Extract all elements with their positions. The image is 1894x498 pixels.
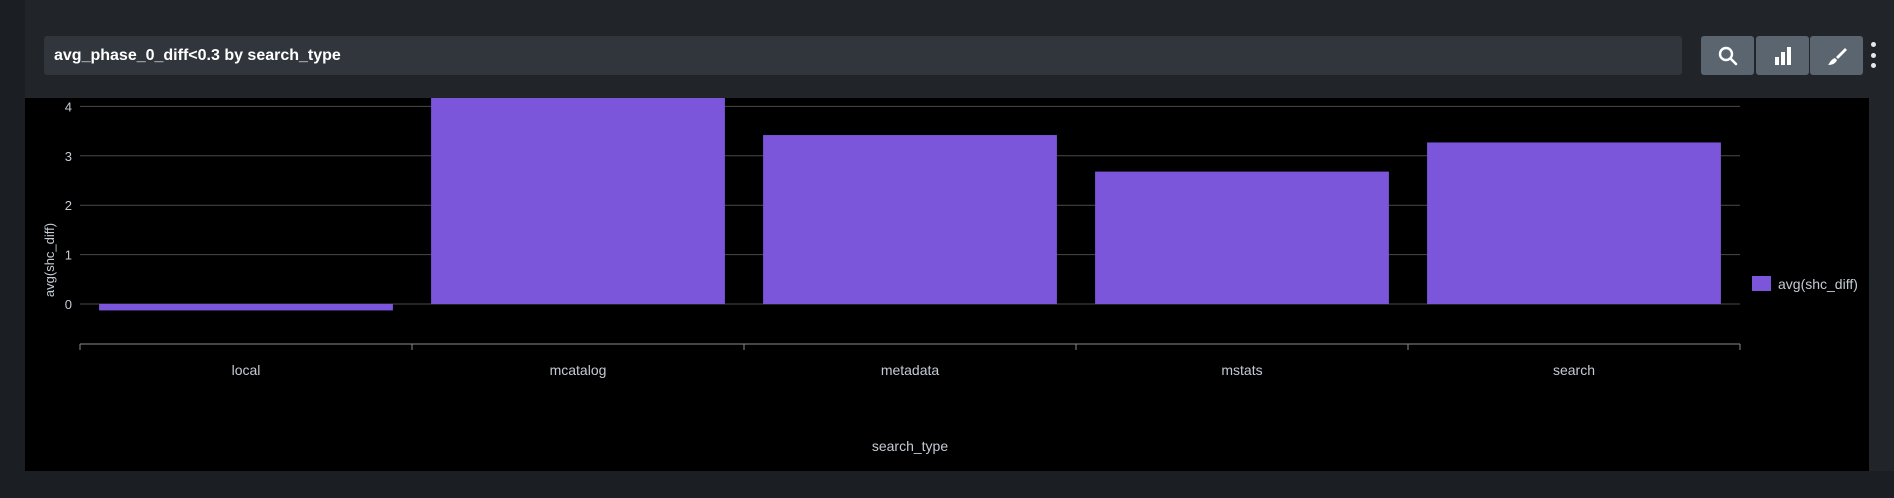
bars <box>99 92 1721 311</box>
x-tick-label: mstats <box>1221 362 1262 378</box>
more-options-button[interactable] <box>1866 42 1880 68</box>
search-query-bar[interactable]: avg_phase_0_diff<0.3 by search_type <box>44 36 1682 75</box>
y-tick-label: 3 <box>65 149 72 164</box>
x-tick-label: mcatalog <box>550 362 607 378</box>
x-axis-label: search_type <box>872 438 948 454</box>
open-in-search-button[interactable] <box>1701 36 1754 75</box>
x-tick-label: local <box>232 362 261 378</box>
bar-metadata[interactable] <box>763 135 1057 304</box>
bar-local[interactable] <box>99 304 393 311</box>
bar-mcatalog[interactable] <box>431 92 725 305</box>
y-tick-label: 2 <box>65 198 72 213</box>
x-tick-label: search <box>1553 362 1595 378</box>
dashboard-page: avg_phase_0_diff<0.3 by search_type 0 1 2 3… <box>0 0 1894 498</box>
bar-chart: 012345localmcatalogmetadatamstatssearch … <box>42 50 1858 454</box>
vertical-ellipsis-icon <box>1870 42 1876 47</box>
legend-swatch <box>1752 276 1771 291</box>
y-axis-label: avg(shc_diff) <box>42 223 57 297</box>
visualization-button[interactable] <box>1756 36 1809 75</box>
x-tick-label: metadata <box>881 362 940 378</box>
bar-chart-icon <box>1774 46 1791 65</box>
bar-mstats[interactable] <box>1095 171 1389 304</box>
search-query-text: avg_phase_0_diff<0.3 by search_type <box>54 46 341 64</box>
y-tick-label: 1 <box>65 248 72 263</box>
y-tick-label: 4 <box>65 99 72 114</box>
legend: avg(shc_diff) <box>1752 276 1858 292</box>
search-icon <box>1718 46 1737 65</box>
ellipsis-dot <box>1870 63 1876 68</box>
paintbrush-icon <box>1827 47 1847 65</box>
legend-label: avg(shc_diff) <box>1778 276 1858 292</box>
y-tick-label: 0 <box>65 297 72 312</box>
format-button[interactable] <box>1810 36 1863 75</box>
chart-area: 012345localmcatalogmetadatamstatssearch … <box>25 50 1869 471</box>
ellipsis-dot <box>1870 52 1876 58</box>
bar-search[interactable] <box>1427 142 1721 304</box>
